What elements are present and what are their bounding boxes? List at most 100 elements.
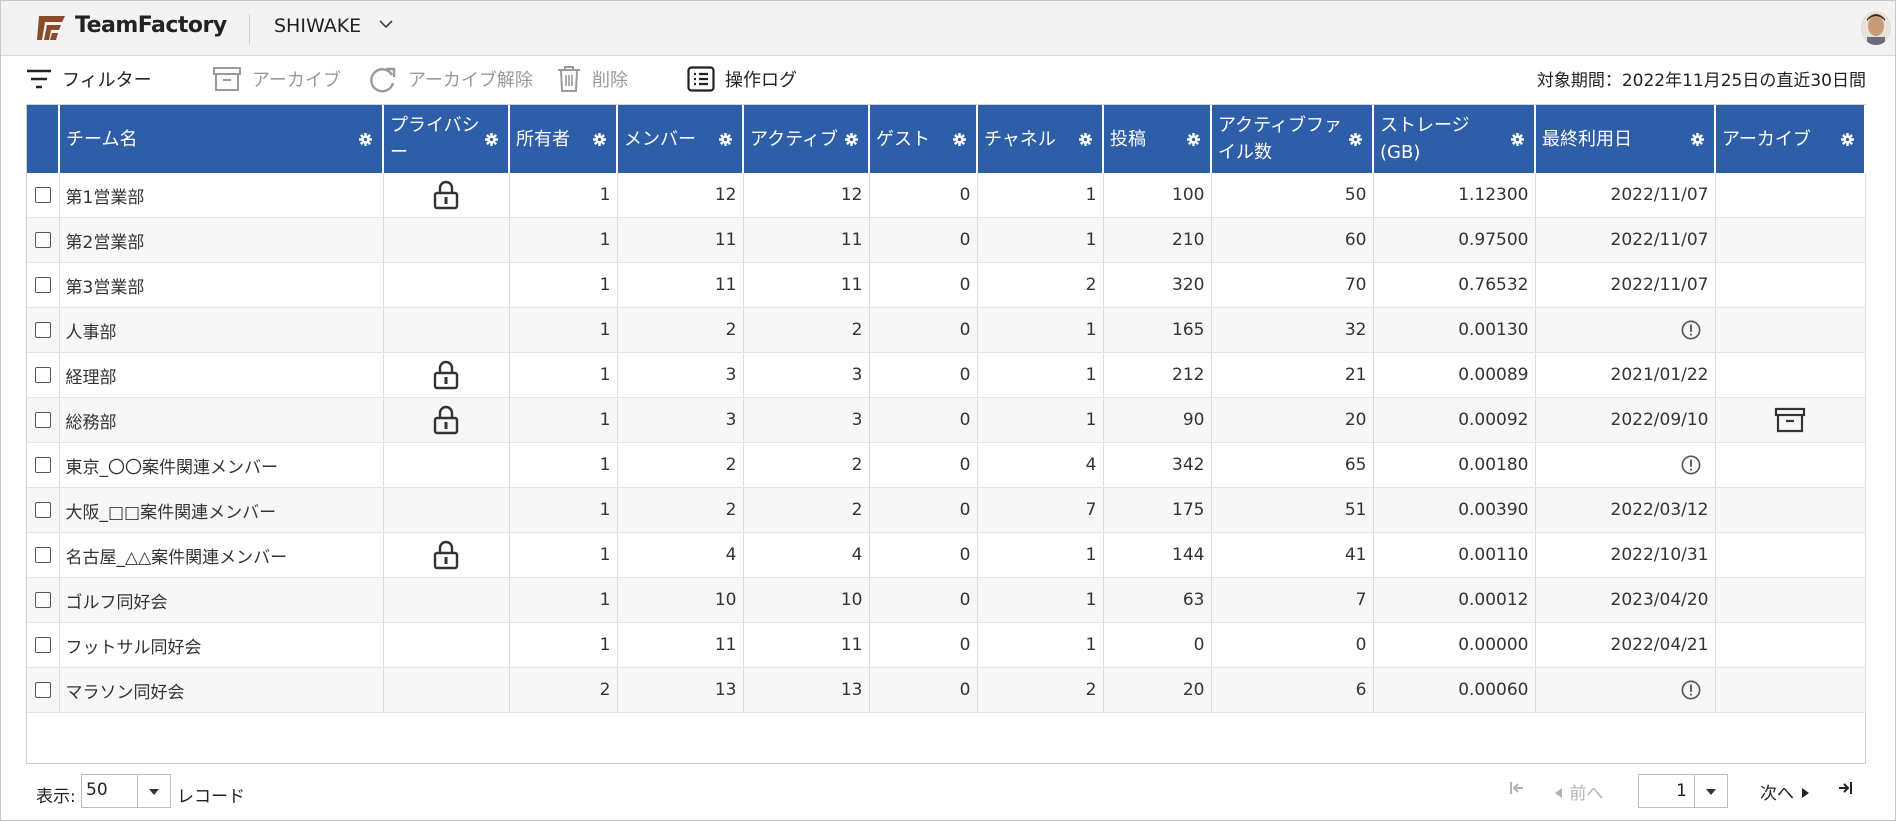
- team-name-cell[interactable]: 大阪_□□案件関連メンバー: [59, 487, 384, 533]
- team-name-cell[interactable]: 人事部: [59, 307, 384, 353]
- posts-cell: 210: [1103, 217, 1212, 263]
- pager-bar: 表示: 50 レコード 前へ 1 次へ: [0, 770, 1896, 814]
- table-row[interactable]: マラソン同好会 2 13 13 0 2 20 6 0.00060: [27, 667, 1866, 713]
- operation-log-button[interactable]: 操作ログ: [687, 63, 797, 95]
- row-checkbox[interactable]: [35, 682, 51, 698]
- privacy-cell: [383, 622, 510, 668]
- owners-cell: 1: [509, 622, 618, 668]
- archive-label: アーカイブ: [252, 70, 341, 91]
- privacy-cell: [383, 397, 510, 443]
- row-checkbox[interactable]: [35, 322, 51, 338]
- unarchive-button[interactable]: アーカイブ解除: [368, 63, 533, 95]
- active-cell: 2: [743, 487, 870, 533]
- archive-button[interactable]: アーカイブ: [212, 63, 341, 95]
- page-size-select[interactable]: 50: [81, 774, 171, 808]
- team-name-cell[interactable]: 総務部: [59, 397, 384, 443]
- gear-icon: [845, 133, 858, 146]
- table-row[interactable]: 総務部 1 3 3 0 1 90 20 0.00092 2022/09/10: [27, 397, 1866, 443]
- column-header-last-used[interactable]: 最終利用日: [1535, 105, 1716, 173]
- warning-icon: [1681, 455, 1700, 475]
- gear-icon: [593, 133, 606, 146]
- team-name-cell[interactable]: 経理部: [59, 352, 384, 398]
- row-checkbox[interactable]: [35, 457, 51, 473]
- row-checkbox[interactable]: [35, 592, 51, 608]
- last-page-button[interactable]: [1836, 779, 1854, 802]
- privacy-cell: [383, 307, 510, 353]
- table-row[interactable]: フットサル同好会 1 11 11 0 1 0 0 0.00000 2022/04/21: [27, 622, 1866, 668]
- prev-page-button[interactable]: 前へ: [1552, 779, 1603, 804]
- table-row[interactable]: ゴルフ同好会 1 10 10 0 1 63 7 0.00012 2023/04/20: [27, 577, 1866, 623]
- column-header-active[interactable]: アクティブ: [743, 105, 870, 173]
- storage-cell: 1.12300: [1373, 173, 1536, 218]
- table-row[interactable]: 経理部 1 3 3 0 1 212 21 0.00089 2021/01/22: [27, 352, 1866, 398]
- row-checkbox-cell: [27, 532, 60, 578]
- column-header-posts[interactable]: 投稿: [1103, 105, 1212, 173]
- row-checkbox[interactable]: [35, 232, 51, 248]
- user-avatar[interactable]: [1861, 11, 1891, 45]
- guests-cell: 0: [869, 667, 978, 713]
- team-name-cell[interactable]: フットサル同好会: [59, 622, 384, 668]
- table-row[interactable]: 第2営業部 1 11 11 0 1 210 60 0.97500 2022/11/07: [27, 217, 1866, 263]
- warning-icon: [1681, 320, 1700, 340]
- owners-cell: 1: [509, 217, 618, 263]
- gear-icon: [1187, 133, 1200, 146]
- row-checkbox[interactable]: [35, 187, 51, 203]
- header-checkbox-cell: [27, 105, 60, 173]
- files-cell: 21: [1211, 352, 1374, 398]
- column-header-owners[interactable]: 所有者: [509, 105, 618, 173]
- table-row[interactable]: 名古屋_△△案件関連メンバー 1 4 4 0 1 144 41 0.00110 2022/10/3…: [27, 532, 1866, 578]
- workspace-selector[interactable]: SHIWAKE: [274, 15, 393, 37]
- table-row[interactable]: 第3営業部 1 11 11 0 2 320 70 0.76532 2022/11/07: [27, 262, 1866, 308]
- privacy-cell: [383, 442, 510, 488]
- team-name-cell[interactable]: ゴルフ同好会: [59, 577, 384, 623]
- row-checkbox[interactable]: [35, 367, 51, 383]
- delete-button[interactable]: 削除: [556, 63, 628, 95]
- column-header-members[interactable]: メンバー: [617, 105, 744, 173]
- storage-cell: 0.00130: [1373, 307, 1536, 353]
- table-row[interactable]: 人事部 1 2 2 0 1 165 32 0.00130: [27, 307, 1866, 353]
- column-header-privacy[interactable]: プライバシー: [383, 105, 510, 173]
- filter-icon: [27, 69, 51, 89]
- storage-cell: 0.00012: [1373, 577, 1536, 623]
- files-cell: 65: [1211, 442, 1374, 488]
- row-checkbox[interactable]: [35, 502, 51, 518]
- team-name-cell[interactable]: 第2営業部: [59, 217, 384, 263]
- column-header-channels[interactable]: チャネル: [977, 105, 1104, 173]
- team-name-cell[interactable]: マラソン同好会: [59, 667, 384, 713]
- column-header-guests[interactable]: ゲスト: [869, 105, 978, 173]
- guests-cell: 0: [869, 262, 978, 308]
- column-header-storage[interactable]: ストレージ(GB): [1373, 105, 1536, 173]
- page-size-dropdown-button[interactable]: [137, 775, 170, 807]
- first-page-button[interactable]: [1508, 779, 1526, 802]
- column-header-team-name[interactable]: チーム名: [59, 105, 384, 173]
- team-name-cell[interactable]: 第3営業部: [59, 262, 384, 308]
- next-page-button[interactable]: 次へ: [1760, 779, 1811, 804]
- row-checkbox[interactable]: [35, 412, 51, 428]
- row-checkbox[interactable]: [35, 547, 51, 563]
- channels-cell: 1: [977, 352, 1104, 398]
- top-bar: TeamFactory SHIWAKE: [1, 1, 1895, 56]
- team-name-cell[interactable]: 名古屋_△△案件関連メンバー: [59, 532, 384, 578]
- owners-cell: 1: [509, 442, 618, 488]
- page-number-value: 1: [1676, 781, 1687, 801]
- team-name-cell[interactable]: 東京_〇〇案件関連メンバー: [59, 442, 384, 488]
- table-row[interactable]: 第1営業部 1 12 12 0 1 100 50 1.12300 2022/11/07: [27, 173, 1866, 218]
- page-number-select[interactable]: 1: [1638, 774, 1728, 808]
- active-cell: 4: [743, 532, 870, 578]
- filter-button[interactable]: フィルター: [26, 63, 152, 95]
- column-header-active-files[interactable]: アクティブファイル数: [1211, 105, 1374, 173]
- row-checkbox[interactable]: [35, 277, 51, 293]
- team-name-cell[interactable]: 第1営業部: [59, 173, 384, 218]
- active-cell: 2: [743, 307, 870, 353]
- teams-grid: チーム名 プライバシー 所有者 メンバー アクティブ ゲスト チャネル 投稿 アクティブファイル…: [26, 104, 1866, 764]
- table-row[interactable]: 大阪_□□案件関連メンバー 1 2 2 0 7 175 51 0.00390 2022/03/12: [27, 487, 1866, 533]
- gear-icon: [1511, 133, 1524, 146]
- column-header-archive[interactable]: アーカイブ: [1715, 105, 1866, 173]
- posts-cell: 320: [1103, 262, 1212, 308]
- page-number-dropdown-button[interactable]: [1694, 775, 1727, 807]
- row-checkbox[interactable]: [35, 637, 51, 653]
- caret-left-icon: [1555, 788, 1562, 798]
- first-page-icon: [1510, 782, 1523, 794]
- table-row[interactable]: 東京_〇〇案件関連メンバー 1 2 2 0 4 342 65 0.00180: [27, 442, 1866, 488]
- active-cell: 2: [743, 442, 870, 488]
